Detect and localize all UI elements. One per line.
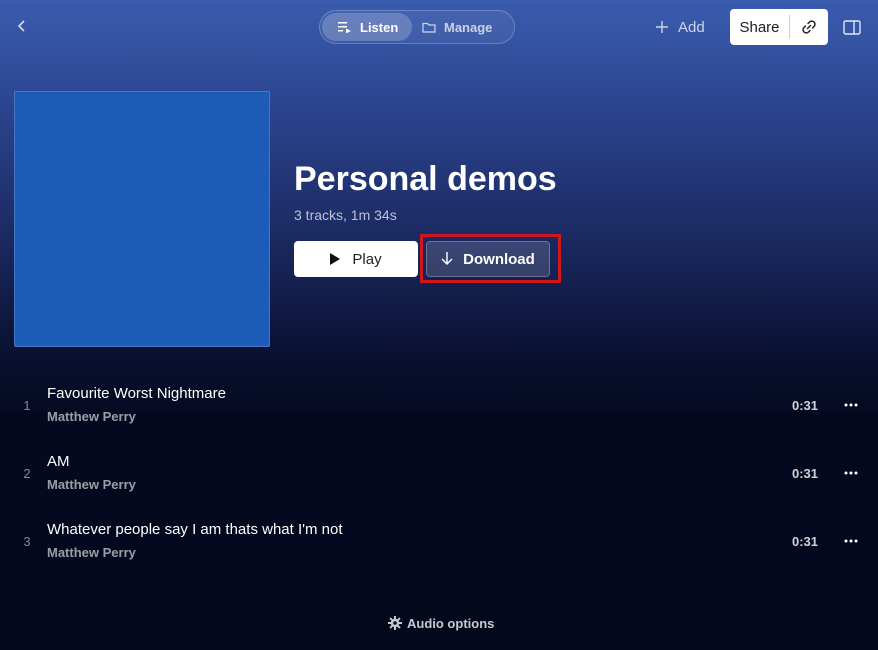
track-title: AM bbox=[47, 453, 70, 470]
track-list: 1 Favourite Worst Nightmare Matthew Perr… bbox=[0, 370, 878, 574]
folder-icon bbox=[422, 22, 436, 33]
chevron-left-icon bbox=[17, 20, 25, 32]
arrow-down-icon bbox=[441, 252, 453, 265]
copy-link-button[interactable] bbox=[790, 9, 828, 45]
track-number: 2 bbox=[23, 466, 31, 481]
album-title: Personal demos bbox=[294, 160, 557, 198]
play-button[interactable]: Play bbox=[294, 241, 418, 277]
more-horizontal-icon bbox=[844, 539, 858, 543]
track-row[interactable]: 3 Whatever people say I am thats what I'… bbox=[0, 506, 878, 574]
track-row[interactable]: 1 Favourite Worst Nightmare Matthew Perr… bbox=[0, 370, 878, 438]
add-button[interactable]: Add bbox=[656, 14, 705, 40]
track-number: 1 bbox=[23, 398, 31, 413]
audio-options-label: Audio options bbox=[407, 615, 495, 631]
playlist-icon bbox=[338, 22, 351, 33]
toggle-panel-button[interactable] bbox=[842, 17, 862, 37]
album-cover bbox=[14, 91, 270, 347]
track-duration: 0:31 bbox=[791, 534, 818, 549]
share-group: Share bbox=[730, 9, 828, 45]
top-bar: Listen Manage Add Share bbox=[0, 0, 878, 54]
plus-icon bbox=[656, 21, 668, 33]
track-more-button[interactable] bbox=[842, 398, 860, 412]
track-number: 3 bbox=[23, 534, 31, 549]
track-title: Favourite Worst Nightmare bbox=[47, 385, 226, 402]
tab-listen[interactable]: Listen bbox=[322, 13, 412, 41]
track-more-button[interactable] bbox=[842, 466, 860, 480]
track-title: Whatever people say I am thats what I'm … bbox=[47, 521, 343, 538]
share-button[interactable]: Share bbox=[730, 19, 789, 36]
track-artist[interactable]: Matthew Perry bbox=[47, 477, 136, 492]
track-more-button[interactable] bbox=[842, 534, 860, 548]
tab-listen-label: Listen bbox=[360, 19, 399, 35]
track-duration: 0:31 bbox=[791, 398, 818, 413]
track-row[interactable]: 2 AM Matthew Perry 0:31 bbox=[0, 438, 878, 506]
tab-manage[interactable]: Manage bbox=[412, 13, 512, 41]
tab-manage-label: Manage bbox=[444, 19, 493, 35]
play-icon bbox=[330, 253, 341, 265]
track-duration: 0:31 bbox=[791, 466, 818, 481]
album-meta: 3 tracks, 1m 34s bbox=[294, 207, 397, 223]
audio-options-button[interactable]: Audio options bbox=[388, 614, 494, 632]
add-label: Add bbox=[678, 18, 705, 36]
download-button[interactable]: Download bbox=[426, 241, 550, 277]
sidebar-panel-icon bbox=[843, 19, 861, 35]
view-toggle: Listen Manage bbox=[319, 10, 515, 44]
link-icon bbox=[802, 20, 816, 34]
track-artist[interactable]: Matthew Perry bbox=[47, 409, 136, 424]
back-button[interactable] bbox=[10, 14, 34, 38]
play-label: Play bbox=[352, 250, 382, 268]
download-label: Download bbox=[463, 250, 535, 268]
more-horizontal-icon bbox=[844, 403, 858, 407]
gear-icon bbox=[388, 616, 402, 630]
more-horizontal-icon bbox=[844, 471, 858, 475]
track-artist[interactable]: Matthew Perry bbox=[47, 545, 136, 560]
